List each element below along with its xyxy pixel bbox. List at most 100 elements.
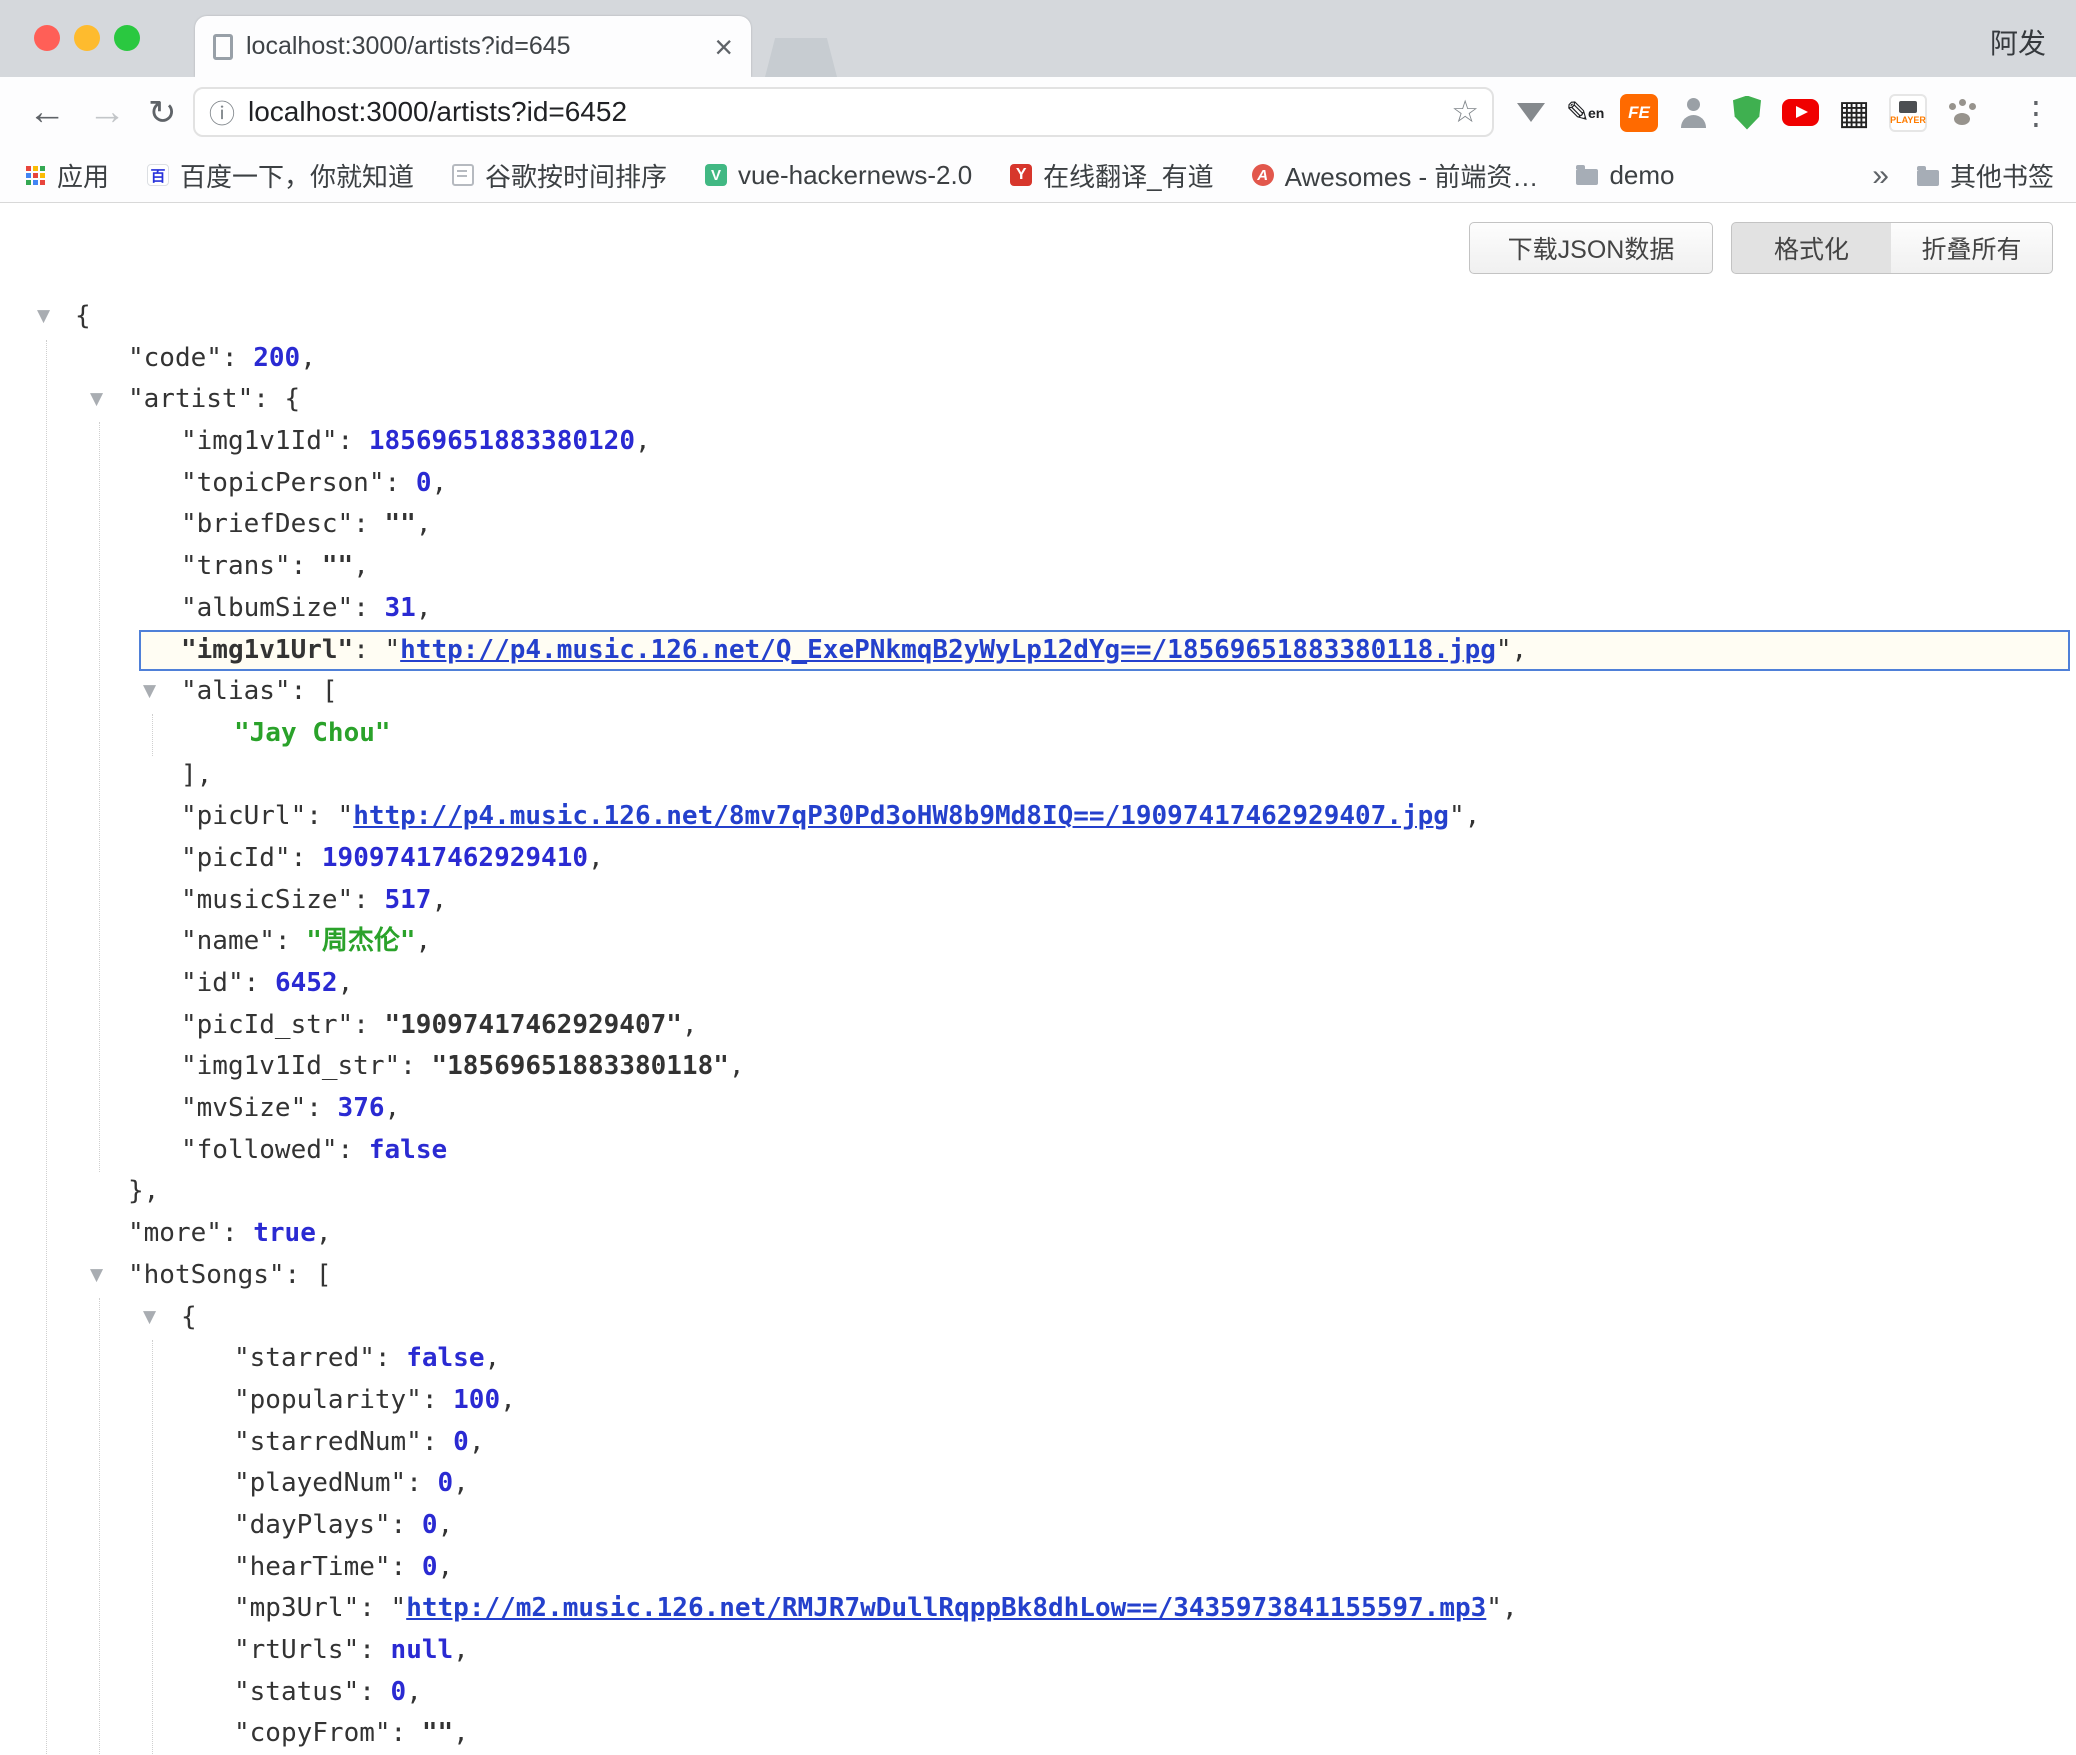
json-url-link[interactable]: http://p4.music.126.net/8mv7qP30Pd3oHW8b… (353, 801, 1449, 831)
page-info-icon[interactable] (209, 94, 235, 131)
json-line: "starredNum": 0, (0, 1422, 2076, 1464)
other-bookmarks[interactable]: 其他书签 (1917, 157, 2054, 194)
json-token: , (316, 1218, 332, 1248)
json-token: 18569651883380120 (369, 426, 635, 456)
fehelper-icon[interactable]: FE (1620, 94, 1658, 132)
json-line: "id": 6452, (0, 963, 2076, 1005)
collapse-toggle-icon[interactable] (37, 296, 50, 338)
player-icon[interactable]: PLAYER (1889, 94, 1927, 132)
json-token: : (353, 1010, 384, 1040)
json-token: "img1v1Id" (181, 426, 338, 456)
chrome-menu-icon[interactable] (2020, 77, 2052, 148)
json-line: "starred": false, (0, 1338, 2076, 1380)
bookmark-item[interactable]: Y在线翻译_有道 (1010, 157, 1213, 194)
json-url-link[interactable]: http://p4.music.126.net/Q_ExePNkmqB2yWyL… (400, 635, 1496, 665)
bookmark-item[interactable]: demo (1576, 160, 1674, 191)
json-token: "starredNum" (234, 1427, 422, 1457)
json-token: "id" (181, 968, 244, 998)
bookmarks-overflow-icon[interactable] (1872, 159, 1889, 193)
collapse-all-button[interactable]: 折叠所有 (1891, 222, 2053, 274)
json-line: "artist": { (0, 379, 2076, 421)
json-token: 0 (438, 1468, 454, 1498)
json-token: "Jay Chou" (234, 718, 391, 748)
json-token: : (291, 843, 322, 873)
close-window-button[interactable] (34, 25, 60, 51)
translate-icon[interactable]: en (1566, 94, 1604, 132)
player-icon-text: PLAYER (1890, 115, 1926, 125)
bookmark-item[interactable]: 谷歌按时间排序 (452, 157, 667, 194)
json-token: 0 (391, 1677, 407, 1707)
json-token: "alias" (181, 676, 291, 706)
json-token: , (416, 593, 432, 623)
json-token: : (359, 1635, 390, 1665)
tab-close-icon[interactable] (714, 31, 733, 63)
json-token: , (300, 343, 316, 373)
json-token: "artist" (128, 384, 253, 414)
json-token: , (484, 1343, 500, 1373)
reload-button[interactable] (148, 77, 177, 148)
json-token: "img1v1Id_str" (181, 1051, 400, 1081)
json-line: "picUrl": "http://p4.music.126.net/8mv7q… (0, 796, 2076, 838)
minimize-window-button[interactable] (74, 25, 100, 51)
json-token: : (244, 968, 275, 998)
profile-name[interactable]: 阿发 (1990, 22, 2046, 62)
bookmark-label: Awesomes - 前端资… (1285, 157, 1539, 194)
bookmark-star-icon[interactable] (1451, 94, 1479, 130)
bookmark-item[interactable]: 百百度一下，你就知道 (147, 157, 414, 194)
json-token: , (338, 968, 354, 998)
collapse-toggle-icon[interactable] (143, 671, 156, 713)
json-line: { (0, 296, 2076, 338)
bookmarks-right: 其他书签 (1872, 148, 2054, 203)
json-line: "code": 200, (0, 338, 2076, 380)
json-line: "Jay Chou" (0, 713, 2076, 755)
fullscreen-window-button[interactable] (114, 25, 140, 51)
json-token: " (391, 1593, 407, 1623)
json-token: , (729, 1051, 745, 1081)
address-bar[interactable]: localhost:3000/artists?id=6452 (193, 87, 1494, 137)
download-json-button[interactable]: 下载JSON数据 (1469, 222, 1713, 274)
navigation-bar: localhost:3000/artists?id=6452 en FE ▦ PLAY… (0, 77, 2076, 148)
collapse-toggle-icon[interactable] (143, 1297, 156, 1339)
vimium-icon[interactable] (1512, 94, 1550, 132)
json-line: "musicSize": 517, (0, 880, 2076, 922)
bookmark-item[interactable]: AAwesomes - 前端资… (1252, 157, 1539, 194)
json-token: "name" (181, 926, 275, 956)
new-tab-button[interactable] (765, 38, 837, 77)
bookmark-item[interactable]: Vvue-hackernews-2.0 (705, 160, 972, 191)
json-token: "rtUrls" (234, 1635, 359, 1665)
json-token: , (682, 1010, 698, 1040)
shield-icon[interactable] (1728, 94, 1766, 132)
bookmark-label: vue-hackernews-2.0 (738, 160, 972, 191)
format-button[interactable]: 格式化 (1731, 222, 1892, 274)
json-token: : (391, 1718, 422, 1748)
collapse-toggle-icon[interactable] (90, 1255, 103, 1297)
profile-icon[interactable] (1674, 94, 1712, 132)
json-line: "trans": "", (0, 546, 2076, 588)
json-token: : [ (285, 1260, 332, 1290)
collapse-toggle-icon[interactable] (90, 379, 103, 421)
folder-icon (1917, 170, 1939, 186)
json-line: { (0, 1297, 2076, 1339)
back-button[interactable] (28, 77, 66, 148)
json-token: , (353, 551, 369, 581)
bookmark-label: 谷歌按时间排序 (485, 157, 667, 194)
json-token: "hotSongs" (128, 1260, 285, 1290)
json-line: }, (0, 1171, 2076, 1213)
json-url-link[interactable]: http://m2.music.126.net/RMJR7wDullRqppBk… (406, 1593, 1486, 1623)
json-token: "18569651883380118" (431, 1051, 728, 1081)
youtube-icon[interactable] (1782, 99, 1819, 126)
browser-tab[interactable]: localhost:3000/artists?id=645 (195, 16, 751, 77)
json-token: 0 (422, 1510, 438, 1540)
paw-icon[interactable] (1943, 94, 1981, 132)
json-token: : (291, 551, 322, 581)
json-token: }, (128, 1176, 159, 1206)
json-line: "topicPerson": 0, (0, 463, 2076, 505)
forward-button[interactable] (88, 77, 126, 148)
page-favicon-icon (213, 34, 233, 60)
tab-strip: localhost:3000/artists?id=645 阿发 (0, 0, 2076, 77)
json-token: "周杰伦" (306, 926, 415, 956)
json-token: 0 (416, 468, 432, 498)
apps-shortcut[interactable]: 应用 (24, 157, 109, 194)
qrcode-icon[interactable]: ▦ (1835, 94, 1873, 132)
json-token: : (385, 468, 416, 498)
